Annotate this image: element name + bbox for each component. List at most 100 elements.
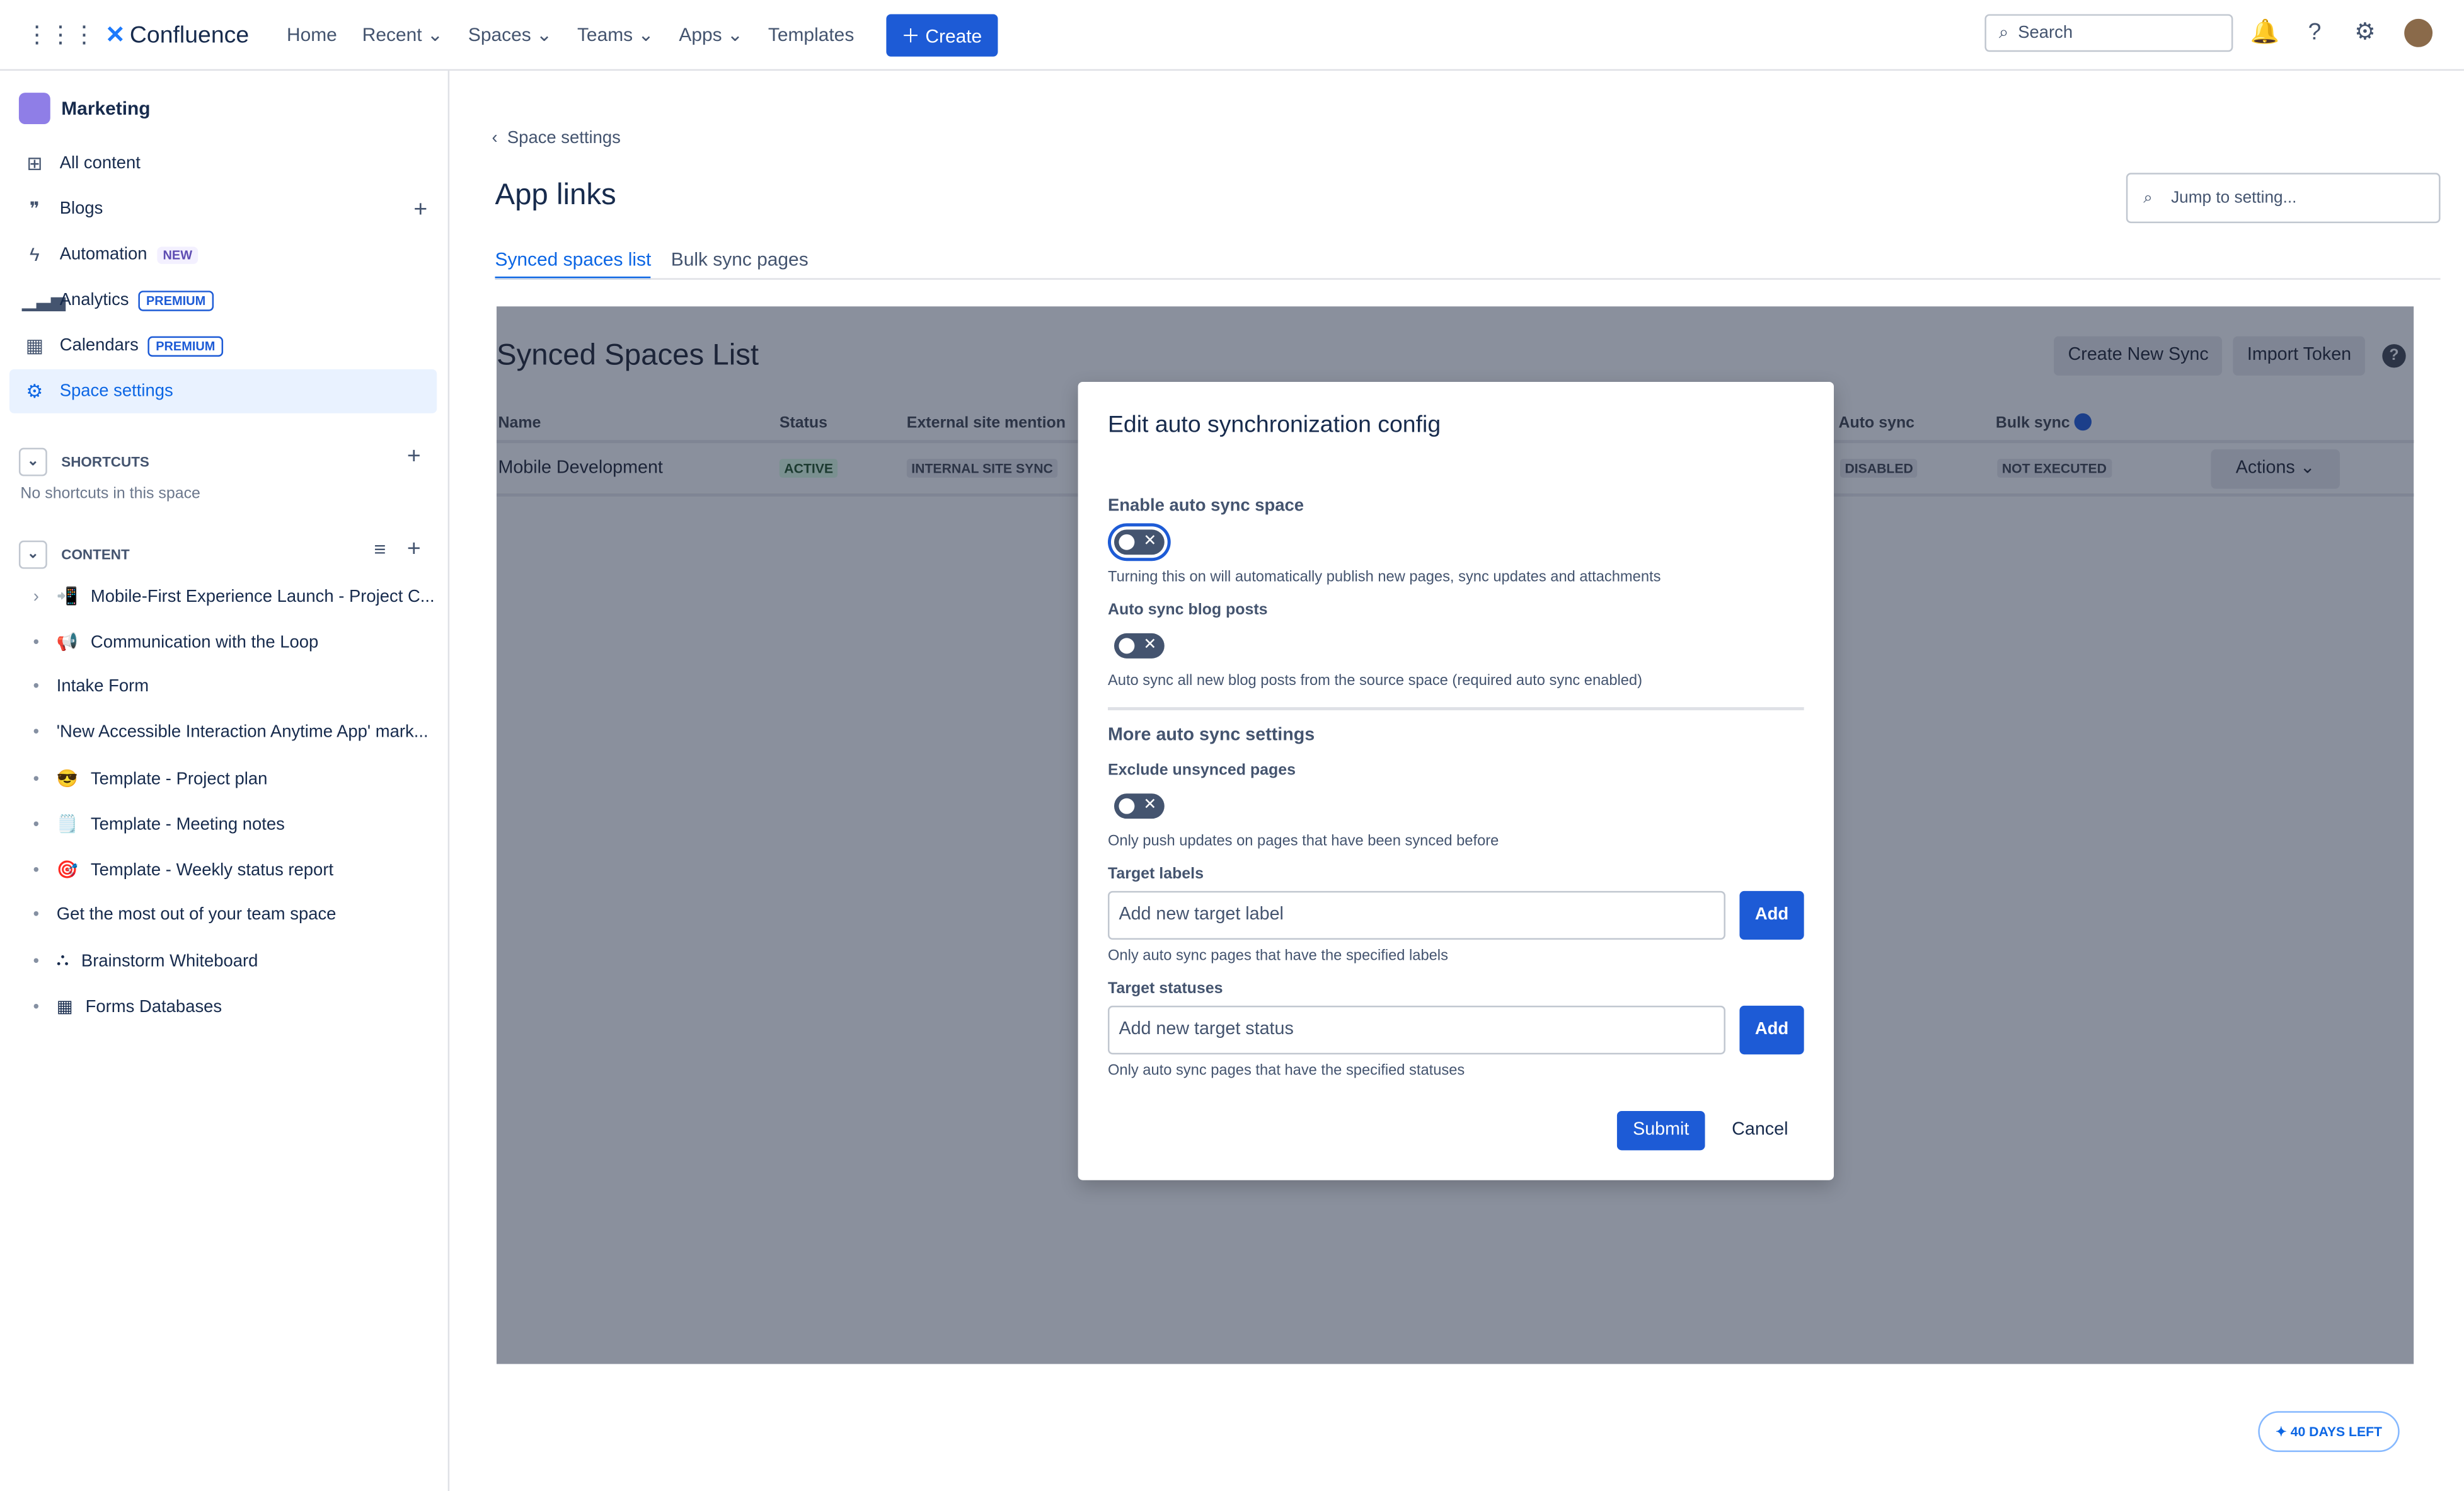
enable-auto-sync-toggle[interactable]: ✕ — [1114, 529, 1165, 555]
add-blog-icon[interactable]: + — [413, 195, 427, 222]
exclude-help: Only push updates on pages that have bee… — [1107, 832, 1499, 851]
create-new-sync-button[interactable]: Create New Sync — [2054, 336, 2223, 376]
nav-recent[interactable]: Recent ⌄ — [353, 23, 452, 45]
content-tree-label: Template - Weekly status report — [90, 860, 334, 880]
nav-templates[interactable]: Templates — [759, 23, 863, 45]
page-emoji-icon: 🎯 — [56, 861, 78, 880]
sidebar-item-automation[interactable]: ϟ Automation NEW — [9, 233, 437, 277]
content-tree-item[interactable]: • ⛬ Brainstorm Whiteboard — [28, 951, 258, 971]
settings-icon[interactable]: ⚙ — [2351, 19, 2379, 47]
content-tree-item[interactable]: • Get the most out of your team space — [28, 905, 337, 924]
page-emoji-icon: 😎 — [56, 769, 78, 789]
chevron-down-icon[interactable]: ⌄ — [18, 540, 47, 569]
grid-icon: ⊞ — [26, 152, 43, 175]
cancel-button[interactable]: Cancel — [1722, 1111, 1798, 1150]
create-button[interactable]: ＋ Create — [885, 13, 998, 56]
page-emoji-icon: 🗒️ — [56, 815, 78, 835]
column-header: Status — [779, 415, 828, 432]
submit-button[interactable]: Submit — [1616, 1110, 1705, 1151]
nav-spaces[interactable]: Spaces ⌄ — [459, 23, 561, 45]
sidebar-item-blogs[interactable]: ❞ Blogs + — [9, 187, 437, 231]
shortcuts-section[interactable]: ⌄ SHORTCUTS — [18, 447, 149, 476]
tabs-divider — [495, 278, 2441, 280]
premium-badge: PREMIUM — [138, 290, 214, 311]
external-badge: INTERNAL SITE SYNC — [906, 459, 1058, 478]
sidebar-item-space-settings[interactable]: ⚙ Space settings — [9, 369, 437, 413]
divider — [1107, 707, 1804, 711]
add-shortcut-icon[interactable]: + — [407, 443, 421, 469]
page-emoji-icon: 📢 — [56, 633, 78, 652]
content-tree-item[interactable]: • 🗒️ Template - Meeting notes — [28, 814, 285, 834]
content-section[interactable]: ⌄ CONTENT — [18, 540, 130, 569]
chevron-down-icon[interactable]: ⌄ — [18, 447, 47, 476]
lightning-icon: ϟ — [29, 243, 40, 266]
filter-icon[interactable]: ≡ — [374, 538, 386, 561]
statuses-help: Only auto sync pages that have the speci… — [1107, 1062, 1465, 1080]
help-icon[interactable]: ? — [2382, 344, 2406, 368]
labels-label: Target labels — [1107, 865, 1204, 884]
nav-teams[interactable]: Teams ⌄ — [568, 23, 663, 45]
app-switcher-icon[interactable]: ⋮⋮⋮ — [25, 20, 96, 49]
app-name[interactable]: Confluence — [130, 21, 249, 48]
content-tree-item[interactable]: • ▦ Forms Databases — [28, 996, 222, 1016]
auto-sync-badge: DISABLED — [1840, 459, 1918, 478]
add-content-icon[interactable]: + — [407, 536, 421, 562]
sparkle-icon: ✦ — [2276, 1424, 2287, 1440]
target-status-input[interactable]: Add new target status — [1107, 1005, 1725, 1055]
space-header[interactable]: Marketing — [18, 93, 151, 124]
auto-sync-blog-toggle[interactable]: ✕ — [1114, 633, 1165, 659]
chevron-right-icon[interactable]: › — [28, 587, 44, 606]
bullet-icon: • — [33, 723, 40, 742]
labels-help: Only auto sync pages that have the speci… — [1107, 947, 1448, 965]
exclude-unsynced-toggle[interactable]: ✕ — [1114, 793, 1165, 819]
exclude-label: Exclude unsynced pages — [1107, 762, 1296, 780]
confluence-logo-icon[interactable]: ✕ — [105, 20, 125, 49]
help-icon[interactable]: ? — [2301, 19, 2329, 47]
import-token-button[interactable]: Import Token — [2233, 336, 2366, 376]
blog-help: Auto sync all new blog posts from the so… — [1107, 672, 1643, 690]
content-tree-item[interactable]: • 'New Accessible Interaction Anytime App… — [28, 723, 429, 742]
bar-chart-icon: ▁▃▅ — [21, 289, 66, 311]
notifications-icon[interactable]: 🔔 — [2250, 19, 2280, 47]
add-status-button[interactable]: Add — [1739, 1005, 1804, 1055]
tab-synced-spaces-list[interactable]: Synced spaces list — [495, 248, 652, 280]
bullet-icon: • — [33, 951, 40, 970]
sidebar-item-analytics[interactable]: ▁▃▅ Analytics PREMIUM — [9, 278, 437, 322]
status-badge: ACTIVE — [779, 459, 838, 478]
avatar[interactable] — [2404, 18, 2433, 47]
list-title: Synced Spaces List — [496, 339, 759, 372]
gear-icon: ⚙ — [26, 380, 43, 403]
bullet-icon: • — [33, 769, 40, 788]
actions-button[interactable]: Actions ⌄ — [2211, 449, 2340, 489]
nav-apps[interactable]: Apps ⌄ — [669, 23, 752, 45]
page-emoji-icon: 📲 — [56, 587, 78, 607]
content-tree-item[interactable]: • 😎 Template - Project plan — [28, 768, 268, 789]
row-name: Mobile Development — [498, 459, 663, 478]
nav-home[interactable]: Home — [277, 23, 347, 45]
content-tree-item[interactable]: • Intake Form — [28, 677, 149, 696]
content-tree-label: Get the most out of your team space — [56, 905, 337, 924]
content-tree-item[interactable]: › 📲 Mobile-First Experience Launch - Proje… — [28, 586, 435, 606]
trial-days-left-button[interactable]: ✦ 40 DAYS LEFT — [2258, 1411, 2400, 1453]
tab-bulk-sync-pages[interactable]: Bulk sync pages — [671, 248, 809, 270]
bullet-icon: • — [33, 814, 40, 834]
blog-label: Auto sync blog posts — [1107, 602, 1268, 619]
page-emoji-icon: ▦ — [56, 998, 73, 1017]
column-header: Name — [498, 415, 541, 432]
sidebar-item-all-content[interactable]: ⊞ All content — [9, 141, 437, 185]
content-tree-item[interactable]: • 🎯 Template - Weekly status report — [28, 860, 334, 880]
enable-help: Turning this on will automatically publi… — [1107, 568, 1661, 587]
enable-label: Enable auto sync space — [1107, 496, 1304, 515]
bulk-sync-info-icon[interactable] — [2074, 413, 2092, 431]
column-header: Bulk sync — [1995, 415, 2070, 432]
sidebar-item-calendars[interactable]: ▦ Calendars PREMIUM — [9, 324, 437, 368]
search-input[interactable]: ⌕ Search — [1984, 14, 2233, 52]
breadcrumb[interactable]: ‹ Space settings — [492, 129, 620, 147]
premium-badge: PREMIUM — [147, 335, 223, 356]
target-label-input[interactable]: Add new target label — [1107, 890, 1725, 940]
content-tree-item[interactable]: • 📢 Communication with the Loop — [28, 631, 319, 652]
add-label-button[interactable]: Add — [1739, 890, 1804, 940]
jump-to-setting-input[interactable]: ⌕ Jump to setting... — [2126, 173, 2441, 224]
column-header: External site mention — [906, 415, 1066, 432]
shortcuts-empty: No shortcuts in this space — [20, 485, 200, 503]
